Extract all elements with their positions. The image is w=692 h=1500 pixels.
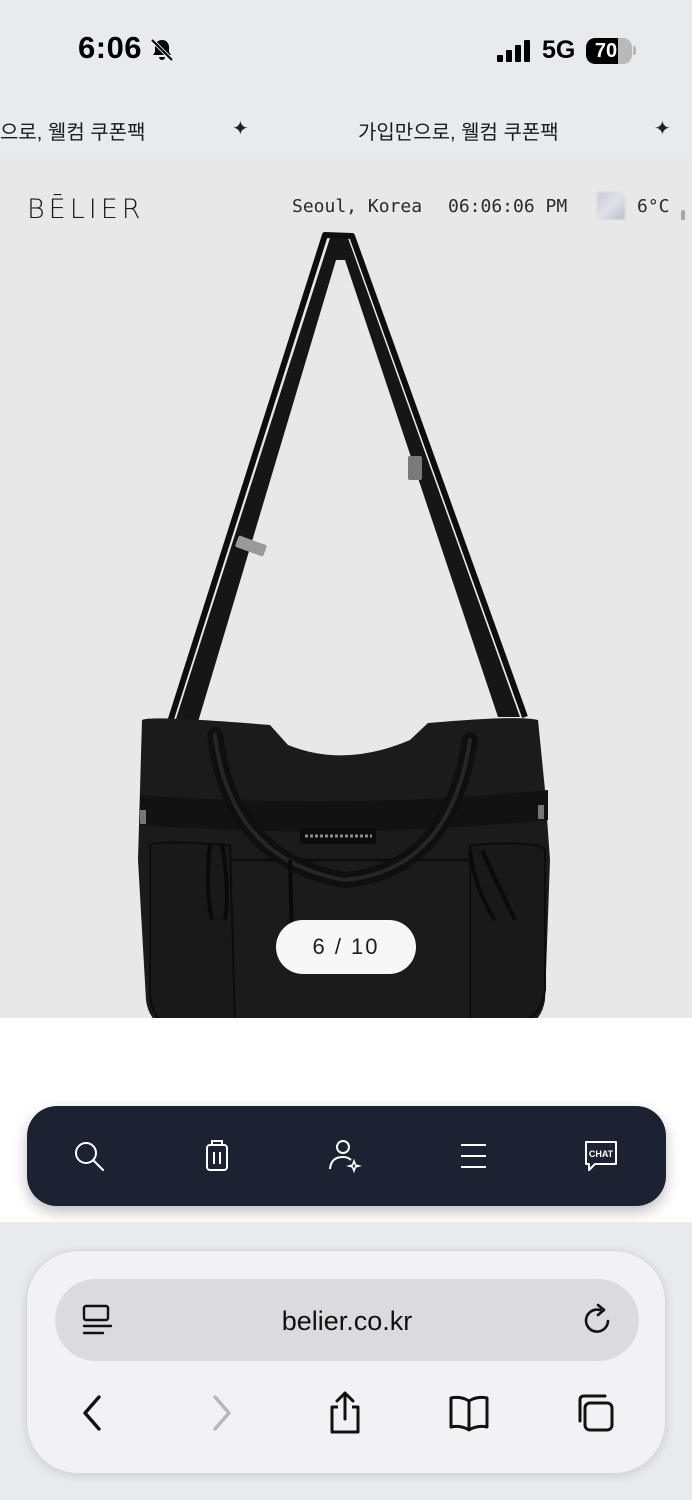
phone-screen: 6:06 5G 70 으로, 웰컴 쿠폰팩 ✦ 가입만으로, 웰컴 쿠폰팩 ✦ [0,0,692,1500]
bookmarks-button[interactable] [447,1391,491,1435]
tabs-button[interactable] [573,1391,617,1435]
shopping-bag-icon [206,1140,228,1171]
network-type: 5G [542,36,576,64]
product-image[interactable] [0,220,692,1020]
location-label: Seoul, Korea [292,196,423,217]
share-button[interactable] [323,1391,367,1435]
back-button[interactable] [71,1391,115,1435]
promo-text[interactable]: 가입만으로, 웰컴 쿠폰팩 [358,116,559,145]
reload-icon[interactable] [581,1302,615,1338]
user-sparkle-icon [329,1140,362,1174]
chat-icon: CHAT [585,1141,617,1171]
menu-icon [461,1144,486,1168]
tabs-icon [578,1394,614,1432]
status-time: 6:06 [78,30,143,65]
clock-label: 06:06:06 PM [448,196,568,217]
bell-slash-icon [150,38,174,62]
gallery-pager: 6 / 10 [276,920,416,974]
address-bar[interactable]: belier.co.kr [55,1279,639,1361]
chat-label: CHAT [589,1149,614,1159]
sparkle-icon: ✦ [232,118,249,140]
chevron-left-icon [83,1395,101,1431]
temperature-label: 6°C [637,196,670,217]
web-page[interactable]: 으로, 웰컴 쿠폰팩 ✦ 가입만으로, 웰컴 쿠폰팩 ✦ BĒLIER Seou… [0,100,692,1222]
sparkle-icon: ✦ [654,118,671,140]
cellular-signal-icon [497,40,530,62]
forward-button[interactable] [199,1391,243,1435]
battery-level: 70 [594,40,618,62]
search-icon [75,1142,104,1171]
battery-icon: 70 [586,38,632,64]
nav-menu-button[interactable] [453,1136,493,1176]
promo-text[interactable]: 으로, 웰컴 쿠폰팩 [0,116,145,145]
chevron-right-icon [213,1395,231,1431]
nav-account-button[interactable] [325,1136,365,1176]
battery-nub [633,46,636,55]
bottom-nav-bar: CHAT [27,1106,666,1206]
weather-icon [597,192,625,220]
browser-toolbar: belier.co.kr [0,1222,692,1500]
nav-search-button[interactable] [69,1136,109,1176]
status-bar: 6:06 5G 70 [0,0,692,100]
browser-card: belier.co.kr [26,1250,666,1474]
nav-chat-button[interactable]: CHAT [581,1136,621,1176]
share-icon [330,1391,360,1434]
book-icon [449,1395,489,1432]
nav-bag-button[interactable] [197,1136,237,1176]
url-text[interactable]: belier.co.kr [55,1306,639,1337]
promo-marquee[interactable]: 으로, 웰컴 쿠폰팩 ✦ 가입만으로, 웰컴 쿠폰팩 ✦ [0,100,692,158]
